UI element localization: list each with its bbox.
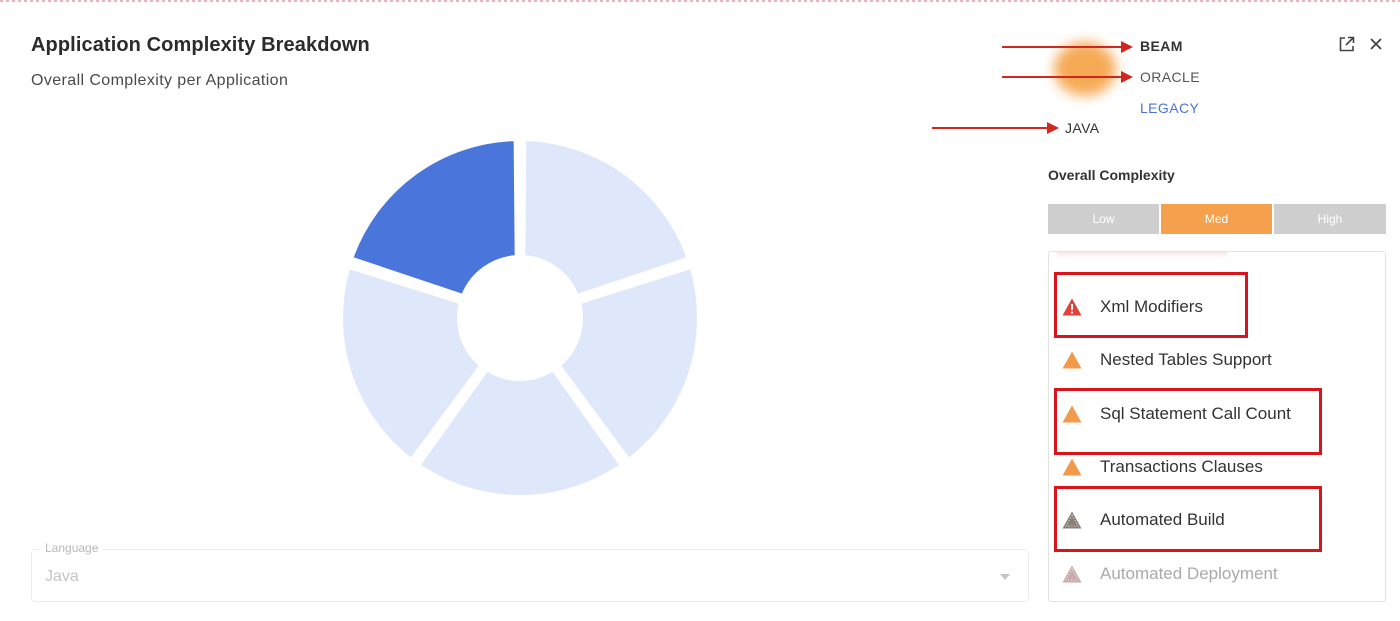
list-item-label: Nested Tables Support <box>1100 350 1272 369</box>
dialog-subtitle: Overall Complexity per Application <box>31 72 289 89</box>
list-item-label: Automated Deployment <box>1100 564 1278 583</box>
external-link-icon[interactable] <box>1338 36 1355 58</box>
chevron-down-icon[interactable] <box>1000 574 1010 580</box>
overall-complexity-title: Overall Complexity <box>1048 167 1175 183</box>
complexity-med-button[interactable]: Med <box>1161 204 1272 234</box>
legend-color-blob <box>1054 42 1116 96</box>
donut-segment[interactable] <box>351 139 517 296</box>
donut-segment[interactable] <box>523 139 689 296</box>
dialog-title: Application Complexity Breakdown <box>31 34 370 56</box>
legend-label: ORACLE <box>1140 69 1200 85</box>
legend-item-oracle[interactable]: ORACLE <box>1140 69 1200 85</box>
warning-icon <box>1062 565 1082 583</box>
language-value: Java <box>45 568 79 585</box>
warning-icon <box>1062 458 1082 476</box>
language-label: Language <box>40 541 104 555</box>
warning-icon <box>1062 351 1082 369</box>
legend-item-beam[interactable]: BEAM <box>1140 38 1183 54</box>
legend-label: BEAM <box>1140 38 1183 54</box>
donut-chart <box>341 139 699 497</box>
legend-label: JAVA <box>1065 120 1100 136</box>
annotation-highlight-box <box>1054 388 1322 455</box>
complexity-high-button[interactable]: High <box>1274 204 1386 234</box>
list-item-nested-tables-support[interactable]: Nested Tables Support <box>1049 340 1385 380</box>
close-icon[interactable] <box>1369 37 1383 56</box>
list-item-automated-deployment[interactable]: Automated Deployment <box>1049 554 1385 594</box>
annotation-arrow <box>932 122 1059 134</box>
legend-label: LEGACY <box>1140 100 1200 116</box>
complexity-low-button[interactable]: Low <box>1048 204 1159 234</box>
scrolled-item-fragment <box>1057 252 1227 259</box>
annotation-highlight-box <box>1054 272 1248 338</box>
legend-item-legacy[interactable]: LEGACY <box>1140 100 1199 116</box>
language-select[interactable]: Language Java <box>31 541 1029 602</box>
annotation-arrow <box>1002 41 1133 53</box>
annotation-arrow <box>1002 71 1133 83</box>
legend-item-java[interactable]: JAVA <box>1065 120 1100 136</box>
top-border <box>0 0 1400 2</box>
annotation-highlight-box <box>1054 486 1322 552</box>
list-item-label: Transactions Clauses <box>1100 457 1263 476</box>
